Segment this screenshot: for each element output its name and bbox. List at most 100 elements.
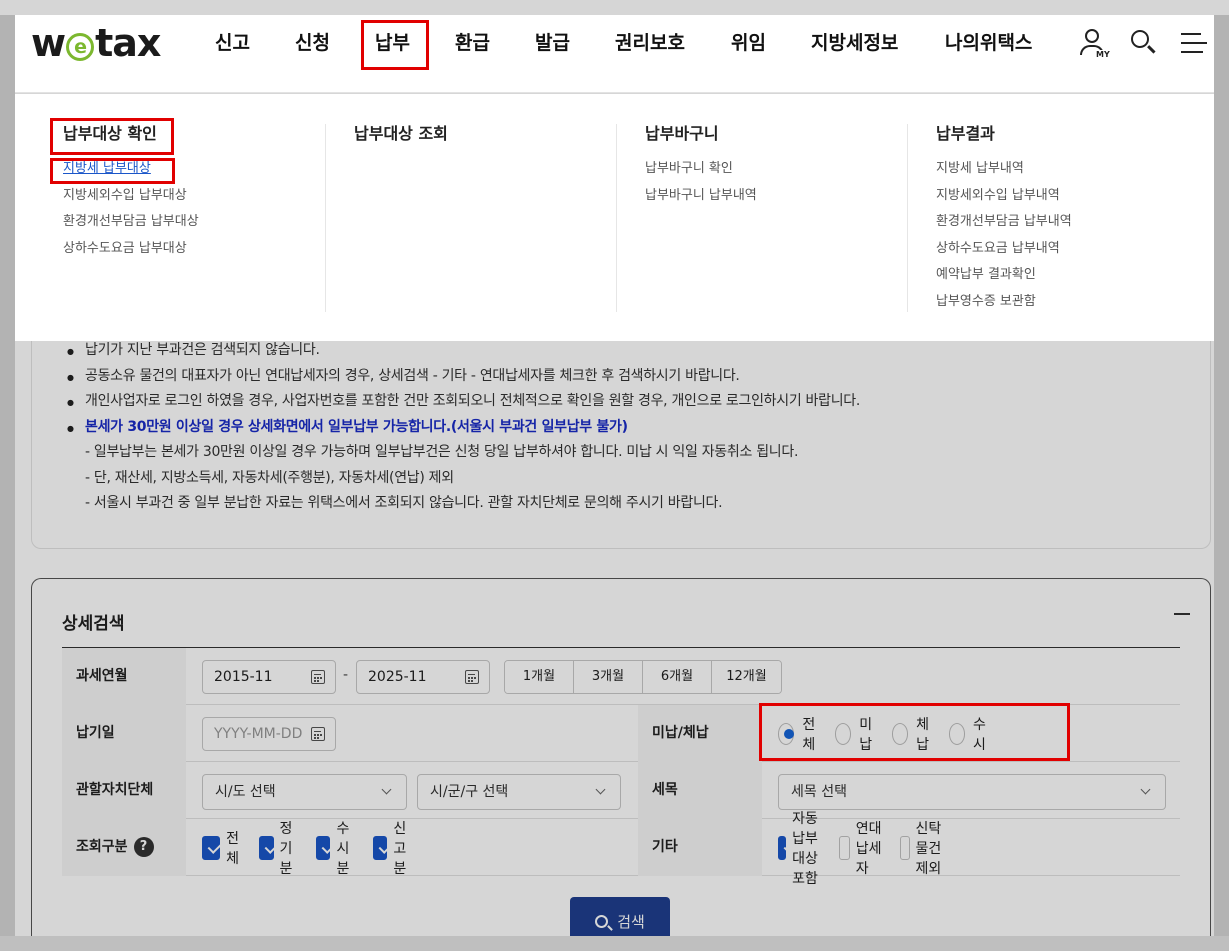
calendar-icon[interactable]	[311, 670, 325, 684]
radio-circle[interactable]	[891, 722, 909, 745]
sido-select[interactable]: 시/도 선택	[202, 774, 407, 810]
sido-select-value: 시/도 선택	[215, 784, 276, 800]
menu-column-title[interactable]: 납부대상 확인	[63, 124, 353, 144]
radio-circle[interactable]	[948, 722, 966, 745]
radio-label: 전체	[802, 716, 816, 753]
period-label: 과세연월	[62, 648, 186, 705]
menu-link-reserved-result[interactable]: 예약납부 결과확인	[936, 262, 1197, 289]
type-check-occasional[interactable]: 수시분	[315, 818, 359, 878]
status-radio-unpaid[interactable]: 미납	[834, 714, 878, 754]
nav-item-my-wetax[interactable]: 나의위택스	[945, 15, 1032, 71]
menu-link-non-tax-history[interactable]: 지방세외수입 납부내역	[936, 183, 1197, 210]
checkbox[interactable]	[838, 835, 850, 860]
radio-circle[interactable]	[778, 722, 795, 745]
checkbox[interactable]	[202, 835, 221, 860]
search-form-grid: 과세연월 2015-11 - 2025-11 1개월 3개월 6개월 12개월 …	[62, 647, 1180, 887]
row-type: 조회구분? 전체 정기분 수시분 신고분 기타 자동납부대상포함 연대납세자 신…	[62, 811, 1180, 887]
etc-check-joint-taxpayer[interactable]: 연대납세자	[838, 818, 882, 878]
period-6m-button[interactable]: 6개월	[643, 661, 712, 693]
calendar-icon[interactable]	[311, 727, 325, 741]
due-date-placeholder: YYYY-MM-DD	[214, 726, 303, 742]
menu-link-local-tax-history[interactable]: 지방세 납부내역	[936, 156, 1197, 183]
period-cell: 2015-11 - 2025-11 1개월 3개월 6개월 12개월	[202, 648, 1102, 705]
menu-column-title[interactable]: 납부대상 조회	[354, 124, 615, 144]
type-check-regular[interactable]: 정기분	[258, 818, 302, 878]
checkbox[interactable]	[315, 835, 331, 860]
period-1m-button[interactable]: 1개월	[505, 661, 574, 693]
period-from-input[interactable]: 2015-11	[202, 660, 336, 694]
status-radio-all[interactable]: 전체	[778, 714, 821, 754]
menu-link-non-tax-target[interactable]: 지방세외수입 납부대상	[63, 183, 353, 210]
notice-item: 개인사업자로 로그인 하였을 경우, 사업자번호를 포함한 건만 조회되오니 전…	[67, 389, 860, 415]
radio-circle[interactable]	[834, 722, 852, 745]
search-icon[interactable]	[1127, 27, 1161, 61]
menu-link-local-tax-target[interactable]: 지방세 납부대상	[63, 156, 353, 183]
nav-item-payment[interactable]: 납부	[375, 15, 410, 71]
etc-check-auto-payment[interactable]: 자동납부대상포함	[778, 808, 821, 888]
nav-item-local-tax-info[interactable]: 지방세정보	[811, 15, 898, 71]
wetax-logo[interactable]: w e tax	[31, 21, 161, 65]
menu-column-result: 납부결과 지방세 납부내역 지방세외수입 납부내역 환경개선부담금 납부내역 상…	[907, 124, 1197, 312]
period-quick-buttons: 1개월 3개월 6개월 12개월	[504, 660, 782, 694]
minus-icon[interactable]	[1174, 605, 1190, 621]
type-check-report[interactable]: 신고분	[372, 818, 416, 878]
type-label-cell: 조회구분?	[62, 819, 186, 876]
status-label: 미납/체납	[638, 705, 762, 762]
menu-link-receipt-box[interactable]: 납부영수증 보관함	[936, 289, 1197, 316]
site-header: w e tax 신고 신청 납부 환급 발급 권리보호 위임 지방세정보 나의위택스…	[15, 15, 1214, 93]
notice-item: 공동소유 물건의 대표자가 아닌 연대납세자의 경우, 상세검색 - 기타 - …	[67, 364, 860, 389]
etc-check-exclude-trust[interactable]: 신탁물건제외	[899, 818, 943, 878]
checkbox[interactable]	[372, 835, 388, 860]
menu-link-basket-history[interactable]: 납부바구니 납부내역	[645, 183, 906, 210]
menu-icon[interactable]	[1177, 27, 1211, 61]
menu-column-title[interactable]: 납부바구니	[645, 124, 906, 144]
status-radio-occasional[interactable]: 수시	[948, 714, 992, 754]
help-icon[interactable]: ?	[133, 837, 154, 857]
due-date-input[interactable]: YYYY-MM-DD	[202, 717, 336, 751]
nav-item-rights[interactable]: 권리보호	[615, 15, 685, 71]
menu-link-env-charge-history[interactable]: 환경개선부담금 납부내역	[936, 209, 1197, 236]
period-12m-button[interactable]: 12개월	[712, 661, 781, 693]
checkbox-label: 자동납부대상포함	[792, 810, 818, 887]
type-check-all[interactable]: 전체	[202, 828, 245, 868]
nav-item-report[interactable]: 신고	[215, 15, 250, 71]
sigungu-select[interactable]: 시/군/구 선택	[417, 774, 621, 810]
menu-column-basket: 납부바구니 납부바구니 확인 납부바구니 납부내역	[616, 124, 906, 312]
checkbox[interactable]	[778, 835, 787, 860]
row-period: 과세연월 2015-11 - 2025-11 1개월 3개월 6개월 12개월	[62, 648, 1180, 705]
period-from-value: 2015-11	[214, 669, 273, 685]
nav-item-issue[interactable]: 발급	[535, 15, 570, 71]
my-badge: MY	[1095, 50, 1111, 59]
menu-link-basket-check[interactable]: 납부바구니 확인	[645, 156, 906, 183]
notice-item-partial-payment: 본세가 30만원 이상일 경우 상세화면에서 일부납부 가능합니다.(서울시 부…	[67, 415, 860, 440]
menu-link-water-target[interactable]: 상하수도요금 납부대상	[63, 236, 353, 263]
period-to-input[interactable]: 2025-11	[356, 660, 490, 694]
chevron-down-icon	[381, 784, 392, 795]
user-icon[interactable]: MY	[1077, 27, 1111, 61]
menu-line	[1181, 42, 1207, 44]
region-label: 관할자치단체	[62, 762, 186, 819]
menu-line	[1181, 51, 1203, 53]
checkbox-label: 연대납세자	[855, 820, 882, 877]
nav-item-apply[interactable]: 신청	[295, 15, 330, 71]
tax-select[interactable]: 세목 선택	[778, 774, 1166, 810]
checkbox-label: 정기분	[279, 820, 293, 877]
nav-item-delegation[interactable]: 위임	[731, 15, 766, 71]
radio-label: 수시	[973, 716, 986, 753]
checkbox[interactable]	[899, 835, 910, 860]
calendar-icon[interactable]	[465, 670, 479, 684]
menu-column-check: 납부대상 확인 지방세 납부대상 지방세외수입 납부대상 환경개선부담금 납부대…	[63, 124, 353, 312]
period-separator: -	[343, 667, 349, 683]
menu-column-title[interactable]: 납부결과	[936, 124, 1197, 144]
user-icon-head	[1085, 29, 1099, 43]
mega-menu: 납부대상 확인 지방세 납부대상 지방세외수입 납부대상 환경개선부담금 납부대…	[15, 94, 1214, 341]
menu-link-water-history[interactable]: 상하수도요금 납부내역	[936, 236, 1197, 263]
nav-item-refund[interactable]: 환급	[455, 15, 490, 71]
period-3m-button[interactable]: 3개월	[574, 661, 643, 693]
due-label: 납기일	[62, 705, 186, 762]
status-radio-overdue[interactable]: 체납	[891, 714, 935, 754]
checkbox[interactable]	[258, 835, 274, 860]
checkbox-label: 수시분	[336, 820, 350, 877]
menu-link-env-charge-target[interactable]: 환경개선부담금 납부대상	[63, 209, 353, 236]
notice-subitem: - 일부납부는 본세가 30만원 이상일 경우 가능하며 일부납부건은 신청 당…	[85, 444, 799, 460]
